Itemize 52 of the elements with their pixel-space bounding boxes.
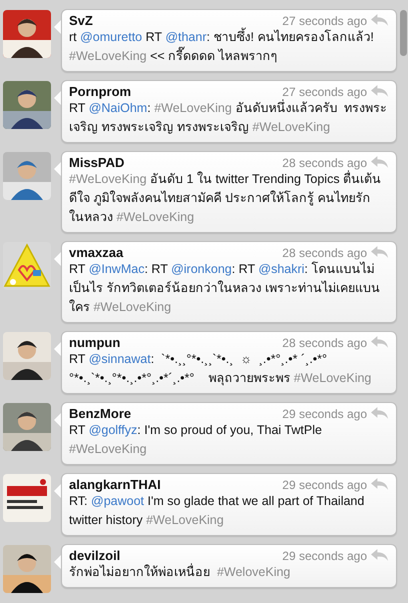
timestamp: 29 seconds ago — [282, 406, 367, 420]
tweet-text: rt @omuretto RT @thanr: ชาบซึ้ง! คนไทยครองโลกแล้ว! #WeLoveKing << กรี๊ดดดด ไหลพรากๆ — [69, 28, 388, 66]
mention-link[interactable]: @sinnawat — [88, 352, 151, 366]
tweet-text: #WeLoveKing อันดับ 1 ใน twitter Trending Topics ตื่นเต้น ดีใจ ภูมิใจพลังคนไทยสามัคคี ประกาศให้โลกรู้ คนไทยรักในหลวง #WeLoveKing — [69, 170, 382, 226]
tweet-text: RT @sinnawat: `*•.¸¸°*•.¸¸`*•.¸ ☼ ¸.•*°¸.•* ´¸.•*° °*•.¸`*•.¸°*•.¸.•*°¸.•*´¸.•*° พลุถวายพระพร #WeLoveKing — [69, 351, 372, 388]
timestamp: 27 seconds ago — [282, 14, 367, 28]
timestamp: 27 seconds ago — [282, 84, 367, 98]
hashtag-link[interactable]: #WeLoveKing — [294, 371, 372, 385]
hashtag-link[interactable]: #WeLoveKing — [252, 120, 330, 134]
hashtag-link[interactable]: #WeLoveKing — [69, 49, 147, 63]
reply-icon[interactable] — [371, 14, 388, 27]
reply-icon[interactable] — [371, 85, 388, 98]
username[interactable]: MissPAD — [69, 155, 282, 170]
hashtag-link[interactable]: #WeLoveKing — [116, 210, 194, 224]
username[interactable]: vmaxzaa — [69, 245, 282, 260]
hashtag-link[interactable]: #WeloveKing — [216, 565, 290, 579]
mention-link[interactable]: @golffyz — [88, 423, 138, 437]
reply-icon[interactable] — [371, 156, 388, 169]
timestamp: 29 seconds ago — [282, 548, 367, 562]
hashtag-link[interactable]: #WeLoveKing — [69, 442, 147, 456]
scrollbar-thumb[interactable] — [400, 10, 407, 56]
username[interactable]: BenzMore — [69, 406, 282, 421]
mention-link[interactable]: @pawoot — [91, 494, 144, 508]
hashtag-link[interactable]: #WeLoveKing — [69, 172, 147, 186]
username[interactable]: SvZ — [69, 13, 282, 28]
timestamp: 28 seconds ago — [282, 336, 367, 350]
reply-icon[interactable] — [371, 246, 388, 259]
reply-icon[interactable] — [371, 549, 388, 562]
timestamp: 28 seconds ago — [282, 246, 367, 260]
tweet-text: RT: @pawoot I'm so glade that we all part of Thailand twitter history #WeLoveKing — [69, 493, 366, 529]
reply-icon[interactable] — [371, 478, 388, 491]
timestamp: 28 seconds ago — [282, 156, 367, 170]
username[interactable]: numpun — [69, 335, 282, 350]
username[interactable]: Pornprom — [69, 84, 282, 99]
reply-icon[interactable] — [371, 407, 388, 420]
tweet-text: RT @golffyz: I'm so proud of you, Thai TwtPle #WeLoveKing — [69, 422, 323, 458]
mention-link[interactable]: @InwMac — [88, 262, 144, 276]
mention-link[interactable]: @shakri — [258, 262, 304, 276]
mention-link[interactable]: @NaiOhm — [88, 101, 148, 115]
mention-link[interactable]: @thanr — [165, 30, 206, 44]
tweet-text: RT @InwMac: RT @ironkong: RT @shakri: โดนแบนไม่เป็นไร รักทวิตเตอร์น้อยกว่าในหลวง เพราะท่านไม่เคยแบนใคร #WeLoveKing — [69, 260, 381, 316]
mention-link[interactable]: @omuretto — [80, 30, 142, 44]
username[interactable]: devilzoil — [69, 548, 282, 563]
mention-link[interactable]: @ironkong — [171, 262, 232, 276]
username[interactable]: alangkarnTHAI — [69, 477, 282, 492]
timestamp: 29 seconds ago — [282, 478, 367, 492]
hashtag-link[interactable]: #WeLoveKing — [154, 101, 232, 115]
tweet-text: RT @NaiOhm: #WeLoveKing อันดับหนึ่งแล้วครับ ทรงพระเจริญ ทรงพระเจริญ ทรงพระเจริญ #WeLoveKing — [69, 99, 388, 136]
hashtag-link[interactable]: #WeLoveKing — [146, 513, 224, 527]
tweet-text: รักพ่อไม่อยากให้พ่อเหนื่อย #WeloveKing — [69, 563, 292, 581]
hashtag-link[interactable]: #WeLoveKing — [93, 300, 172, 314]
reply-icon[interactable] — [371, 336, 388, 349]
